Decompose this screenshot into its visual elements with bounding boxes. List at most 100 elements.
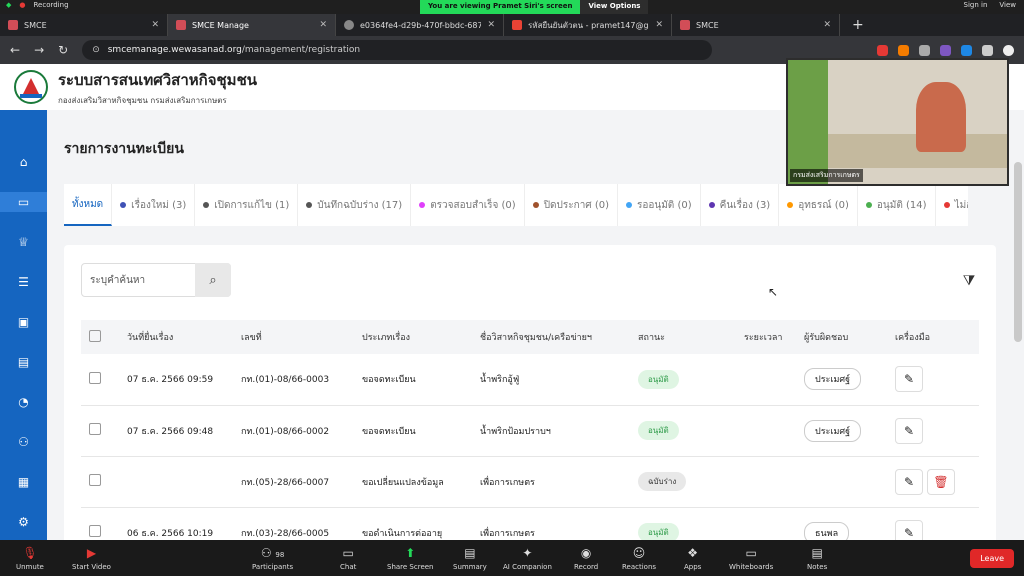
table-row[interactable]: 06 ธ.ค. 2566 10:19 กท.(03)-28/66-0005 ขอ…	[81, 507, 979, 540]
trophy-icon[interactable]: ♕	[0, 232, 47, 252]
site-info-icon[interactable]: ⊙	[92, 45, 100, 55]
whiteboards-button[interactable]: ▭ Whiteboards	[729, 546, 773, 571]
tab-returned[interactable]: คืนเรื่อง (3)	[701, 184, 780, 226]
tab-approved[interactable]: อนุมัติ (14)	[858, 184, 936, 226]
view-options-button[interactable]: View Options	[580, 0, 649, 14]
browser-tab[interactable]: e0364fe4-d29b-470f-bbdc-687... ✕	[336, 14, 504, 36]
delete-icon[interactable]: 🗑	[927, 468, 955, 495]
column-header: ระยะเวลา	[736, 320, 796, 354]
close-icon[interactable]: ✕	[655, 20, 663, 30]
view-menu[interactable]: View	[999, 1, 1016, 9]
close-icon[interactable]: ✕	[319, 20, 327, 30]
participants-button[interactable]: ⚇ 98 Participants	[252, 546, 293, 571]
summary-button[interactable]: ▤ Summary	[453, 546, 487, 571]
row-checkbox[interactable]	[89, 423, 101, 435]
registration-number: กท.(05)-28/66-0007	[233, 456, 354, 508]
tab-closed[interactable]: ปิดประกาศ (0)	[525, 184, 618, 226]
tab-rejected[interactable]: ไม่อนุมัติ	[936, 184, 968, 226]
notes-button[interactable]: ▤ Notes	[807, 546, 827, 571]
new-tab-button[interactable]: +	[840, 14, 876, 36]
chart-icon[interactable]: ◔	[0, 392, 47, 412]
url-input[interactable]: ⊙ smcemanage.wewasanad.org/management/re…	[82, 40, 713, 60]
chat-icon: ▭	[342, 545, 354, 560]
settings-icon[interactable]: ⚙	[0, 512, 47, 532]
folder-search-icon[interactable]: ▣	[0, 312, 47, 332]
back-icon[interactable]: ←	[10, 43, 20, 57]
owner	[796, 456, 887, 508]
profile-avatar-icon[interactable]	[1003, 44, 1014, 56]
browser-tab-active[interactable]: SMCE Manage ✕	[168, 14, 336, 36]
status-dot	[120, 202, 127, 208]
chat-button[interactable]: ▭ Chat	[340, 546, 356, 571]
owner-badge: ประเมศฐ์	[804, 419, 862, 442]
list-icon[interactable]: ☰	[0, 272, 47, 292]
tab-open-edit[interactable]: เปิดการแก้ไข (1)	[195, 184, 299, 226]
table-row[interactable]: กท.(05)-28/66-0007 ขอเปลี่ยนแปลงข้อมูล เ…	[81, 456, 979, 508]
browser-tab[interactable]: SMCE ✕	[672, 14, 840, 36]
page-scrollbar[interactable]	[1014, 162, 1022, 342]
participant-video[interactable]: กรมส่งเสริมการเกษตร	[786, 58, 1009, 186]
enterprise-name: น้ำพริกอู้ฟู่	[472, 354, 630, 406]
puzzle-icon[interactable]	[982, 44, 993, 56]
camera-icon[interactable]	[919, 44, 930, 56]
table-row[interactable]: 07 ธ.ค. 2566 09:48 กท.(01)-08/66-0002 ขอ…	[81, 405, 979, 457]
tab-appeal[interactable]: อุทธรณ์ (0)	[779, 184, 858, 226]
ai-companion-button[interactable]: ✦ AI Companion	[503, 546, 552, 571]
leave-button[interactable]: Leave	[970, 549, 1014, 568]
home-icon[interactable]: ⌂	[0, 152, 47, 172]
select-all-checkbox[interactable]	[89, 329, 101, 342]
search-button[interactable]: ⌕	[195, 263, 231, 297]
record-button[interactable]: ◉ Record	[574, 546, 598, 571]
notes-icon: ▤	[811, 545, 823, 560]
viewing-banner: You are viewing Pramet Siri's screen	[420, 0, 581, 14]
forward-icon[interactable]: →	[34, 43, 44, 57]
close-icon[interactable]: ✕	[823, 20, 831, 30]
row-checkbox[interactable]	[89, 371, 101, 384]
sign-in-link[interactable]: Sign in	[964, 1, 988, 9]
unmute-button[interactable]: 🎙 Unmute	[16, 546, 44, 571]
row-checkbox[interactable]	[89, 474, 101, 486]
extension-icon[interactable]	[898, 44, 909, 56]
edit-icon[interactable]: ✎	[895, 417, 923, 444]
site-title: ระบบสารสนเทศวิสาหกิจชุมชน	[58, 70, 257, 89]
users-icon[interactable]: ⚇	[0, 432, 47, 452]
record-icon: ●	[19, 1, 26, 9]
tab-draft[interactable]: บันทึกฉบับร่าง (17)	[298, 184, 412, 226]
column-header: วันที่ยื่นเรื่อง	[119, 320, 233, 354]
tab-new[interactable]: เรื่องใหม่ (3)	[112, 184, 196, 226]
request-type: ขอจดทะเบียน	[354, 405, 472, 457]
column-header: ชื่อวิสาหกิจชุมชน/เครือข่ายฯ	[472, 320, 630, 354]
share-screen-button[interactable]: ⬆ Share Screen	[387, 546, 434, 571]
filter-icon[interactable]: ⧩	[958, 270, 980, 292]
document-icon[interactable]: ▤	[0, 352, 47, 372]
submit-date: 06 ธ.ค. 2566 10:19	[119, 507, 233, 540]
edit-icon[interactable]: ✎	[895, 366, 923, 393]
extension-icon[interactable]	[877, 44, 888, 56]
tab-verified[interactable]: ตรวจสอบสำเร็จ (0)	[411, 184, 525, 226]
close-icon[interactable]: ✕	[487, 20, 495, 30]
folder-icon[interactable]: ▭	[0, 192, 47, 212]
status-dot	[787, 202, 794, 208]
tab-all[interactable]: ทั้งหมด	[64, 184, 113, 226]
start-video-button[interactable]: ▶ Start Video	[72, 546, 111, 571]
edit-icon[interactable]: ✎	[895, 468, 923, 495]
duration	[736, 456, 796, 508]
extension-icon[interactable]	[940, 44, 951, 56]
close-icon[interactable]: ✕	[151, 20, 159, 30]
browser-tab[interactable]: รหัสยืนยันตัวตน - pramet147@gm...✕	[504, 14, 672, 36]
edit-icon[interactable]: ✎	[895, 519, 923, 540]
reactions-button[interactable]: ☺ Reactions	[622, 546, 656, 571]
extension-icon[interactable]	[961, 44, 972, 56]
apps-button[interactable]: ❖ Apps	[684, 546, 701, 571]
tab-pending[interactable]: รออนุมัติ (0)	[618, 184, 701, 226]
browser-tabbar: SMCE ✕ SMCE Manage ✕ e0364fe4-d29b-470f-bb…	[0, 14, 1024, 36]
reload-icon[interactable]: ↻	[58, 43, 68, 57]
table-row[interactable]: 07 ธ.ค. 2566 09:59 กท.(01)-08/66-0003 ขอ…	[81, 354, 979, 406]
sparkle-icon: ✦	[522, 545, 533, 560]
column-header: สถานะ	[630, 320, 736, 354]
row-checkbox[interactable]	[89, 525, 101, 537]
microphone-muted-icon: 🎙	[22, 545, 38, 560]
browser-tab[interactable]: SMCE ✕	[0, 14, 168, 36]
window-icon[interactable]: ▦	[0, 472, 47, 492]
department-logo	[14, 70, 48, 104]
